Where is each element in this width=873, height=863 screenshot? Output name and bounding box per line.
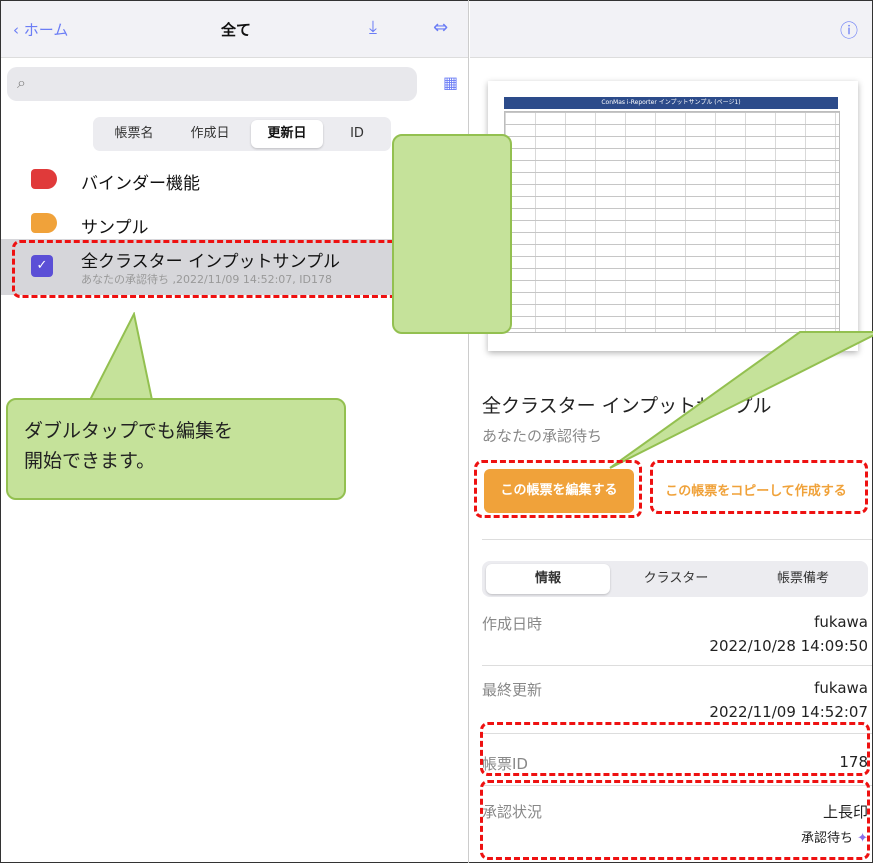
created-user: fukawa	[814, 613, 868, 631]
highlight-selected-row	[12, 240, 408, 298]
segment-id[interactable]: ID	[329, 120, 385, 148]
download-icon[interactable]: ⤓	[369, 17, 377, 38]
updated-at: 2022/11/09 14:52:07	[709, 703, 868, 721]
divider	[482, 665, 872, 666]
pane-divider	[468, 0, 469, 863]
highlight-copy-button	[650, 460, 868, 514]
page-title: 全て	[220, 21, 251, 39]
callout-text: ダブルタップでも編集を 開始できます。	[24, 420, 234, 472]
preview-header: ConMas i-Reporter インプットサンプル (ページ1)	[504, 97, 838, 109]
expand-icon[interactable]: ⇔	[433, 17, 448, 38]
info-tabs: 情報 クラスター 帳票備考	[482, 561, 868, 597]
right-nav-bar: ⓘ	[470, 1, 872, 58]
created-label: 作成日時	[482, 615, 543, 633]
segment-name[interactable]: 帳票名	[99, 120, 169, 148]
highlight-edit-button	[474, 460, 642, 518]
callout-pointer-right	[609, 331, 873, 469]
back-button[interactable]: ‹ ホーム	[13, 19, 68, 40]
callout-pointer-left	[88, 312, 154, 401]
tab-cluster[interactable]: クラスター	[614, 564, 738, 594]
qr-code-icon[interactable]: ▦	[443, 73, 458, 92]
list-item-label: サンプル	[81, 218, 149, 238]
tab-info[interactable]: 情報	[486, 564, 610, 594]
highlight-approval	[480, 780, 870, 860]
highlight-form-id	[480, 722, 870, 776]
orange-tag-icon	[31, 213, 57, 233]
segment-created[interactable]: 作成日	[175, 120, 245, 148]
divider	[482, 539, 872, 540]
segment-updated[interactable]: 更新日	[251, 120, 323, 148]
form-preview-thumbnail[interactable]: ConMas i-Reporter インプットサンプル (ページ1)	[488, 81, 858, 351]
callout-right	[392, 134, 512, 334]
list-item-label: バインダー機能	[81, 174, 200, 194]
sort-segmented-control: 帳票名 作成日 更新日 ID	[93, 117, 391, 151]
tab-form-notes[interactable]: 帳票備考	[742, 564, 864, 594]
preview-grid	[504, 111, 840, 333]
callout-double-tap: ダブルタップでも編集を 開始できます。	[6, 398, 346, 500]
search-input[interactable]: ⌕	[7, 67, 417, 101]
updated-label: 最終更新	[482, 681, 543, 699]
document-status: あなたの承認待ち	[482, 427, 603, 445]
red-tag-icon	[31, 169, 57, 189]
left-nav-bar: ‹ ホーム 全て ⤓ ⇔	[1, 1, 469, 58]
chevron-left-icon: ‹	[13, 21, 19, 39]
created-at: 2022/10/28 14:09:50	[709, 637, 868, 655]
info-icon[interactable]: ⓘ	[840, 17, 858, 43]
back-label: ホーム	[23, 21, 69, 39]
updated-user: fukawa	[814, 679, 868, 697]
search-icon: ⌕	[17, 73, 26, 92]
